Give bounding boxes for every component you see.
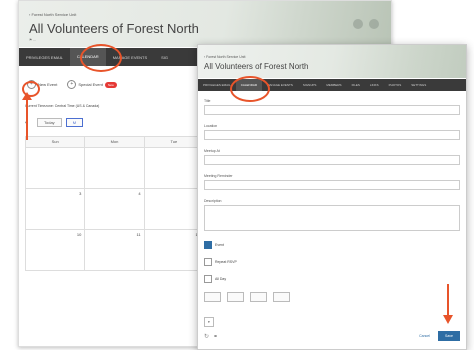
checkbox-label: Event bbox=[215, 243, 224, 247]
option-button[interactable] bbox=[273, 292, 291, 302]
annotation-arrow-down bbox=[443, 284, 453, 324]
today-button[interactable]: Today bbox=[37, 118, 62, 127]
weekday-header: Mon bbox=[85, 137, 145, 148]
user-icon[interactable] bbox=[369, 19, 379, 29]
nav-item-privileges-email[interactable]: PRIVILEGES EMAIL bbox=[19, 55, 70, 60]
calendar-grid: Sun Mon Tue 3 4 5 10 11 12 bbox=[25, 136, 204, 271]
meetup-at-label: Meetup At bbox=[204, 149, 220, 153]
gear-icon[interactable] bbox=[353, 19, 363, 29]
calendar-day-cell[interactable]: 5 bbox=[144, 189, 204, 230]
checkbox-label: All Day bbox=[215, 277, 227, 281]
weekday-header: Sun bbox=[26, 137, 86, 148]
new-badge: New bbox=[104, 81, 117, 88]
cancel-button[interactable]: Cancel bbox=[419, 334, 430, 338]
nav-item-files[interactable]: FILES bbox=[347, 83, 365, 87]
description-label: Description bbox=[204, 199, 222, 203]
view-month-button[interactable]: M bbox=[65, 118, 84, 127]
modal-footer: ↻ ⚭ Cancel Save bbox=[204, 330, 460, 342]
location-input[interactable] bbox=[204, 130, 460, 140]
checkbox-label: Repeat RSVP bbox=[215, 260, 237, 264]
modal-breadcrumb[interactable]: ‹ Forest North Service Unit bbox=[204, 55, 245, 59]
plus-icon: + bbox=[67, 80, 77, 89]
calendar-day-cell[interactable]: 11 bbox=[85, 230, 145, 271]
event-form: Title Location Meetup At Meeting Reminde… bbox=[204, 99, 460, 328]
special-event-label: Special Event bbox=[78, 82, 103, 87]
calendar-day-cell[interactable]: 12 bbox=[144, 230, 204, 271]
calendar-day-cell[interactable]: 4 bbox=[85, 189, 145, 230]
calendar-day-cell[interactable] bbox=[26, 148, 86, 189]
nav-item-members[interactable]: MEMBERS bbox=[321, 83, 346, 87]
nav-item-settings[interactable]: SETTINGS bbox=[406, 83, 431, 87]
title-input[interactable] bbox=[204, 105, 460, 115]
nav-item-signups[interactable]: SIGNUPS bbox=[298, 83, 322, 87]
link-icon[interactable]: ⚭ bbox=[213, 333, 218, 340]
special-event-button[interactable]: + Special Event New bbox=[67, 80, 117, 89]
refresh-icon[interactable]: ↻ bbox=[204, 333, 209, 340]
option-button[interactable] bbox=[227, 292, 245, 302]
nav-item-signups[interactable]: SIG bbox=[154, 55, 175, 60]
description-textarea[interactable] bbox=[204, 205, 460, 231]
page-subtitle: ⚑ ... bbox=[29, 38, 37, 42]
save-button[interactable]: Save bbox=[438, 331, 460, 341]
timezone-note: Current Timezone: Central Time (US & Can… bbox=[25, 104, 100, 108]
breadcrumb[interactable]: ‹ Forest North Service Unit bbox=[29, 12, 76, 17]
meeting-reminder-label: Meeting Reminder bbox=[204, 174, 233, 178]
all-day-checkbox-row[interactable]: All Day bbox=[204, 275, 460, 283]
calendar-day-cell[interactable]: 3 bbox=[26, 189, 86, 230]
option-buttons bbox=[204, 292, 460, 302]
location-label: Location bbox=[204, 124, 218, 128]
chevron-down-icon: ▾ bbox=[208, 320, 210, 324]
footer-icons: ↻ ⚭ bbox=[204, 333, 218, 340]
footer-actions: Cancel Save bbox=[419, 331, 460, 341]
nav-item-links[interactable]: LINKS bbox=[365, 83, 384, 87]
weekday-header: Tue bbox=[144, 137, 204, 148]
header-icons bbox=[353, 19, 379, 29]
option-button[interactable] bbox=[250, 292, 268, 302]
calendar-actions: + New Event + Special Event New bbox=[27, 80, 117, 89]
checkbox-checked[interactable] bbox=[204, 241, 212, 249]
event-checkbox-row[interactable]: Event bbox=[204, 241, 460, 249]
checkbox[interactable] bbox=[204, 258, 212, 266]
highlight-calendar-tab-back bbox=[80, 44, 122, 72]
meeting-reminder-input[interactable] bbox=[204, 180, 460, 190]
calendar-day-cell[interactable] bbox=[85, 148, 145, 189]
meetup-at-input[interactable] bbox=[204, 155, 460, 165]
page-title: All Volunteers of Forest North bbox=[29, 21, 199, 36]
option-button[interactable] bbox=[204, 292, 222, 302]
calendar-day-cell[interactable] bbox=[144, 148, 204, 189]
annotation-arrow-up bbox=[22, 92, 32, 140]
highlight-calendar-tab-front bbox=[230, 76, 270, 102]
repeat-rsvp-checkbox-row[interactable]: Repeat RSVP bbox=[204, 258, 460, 266]
calendar-day-cell[interactable]: 10 bbox=[26, 230, 86, 271]
new-event-label: New Event bbox=[38, 82, 58, 87]
select-dropdown[interactable]: ▾ bbox=[204, 317, 214, 327]
modal-page-title: All Volunteers of Forest North bbox=[204, 62, 309, 71]
nav-item-photos[interactable]: PHOTOS bbox=[384, 83, 407, 87]
checkbox[interactable] bbox=[204, 275, 212, 283]
